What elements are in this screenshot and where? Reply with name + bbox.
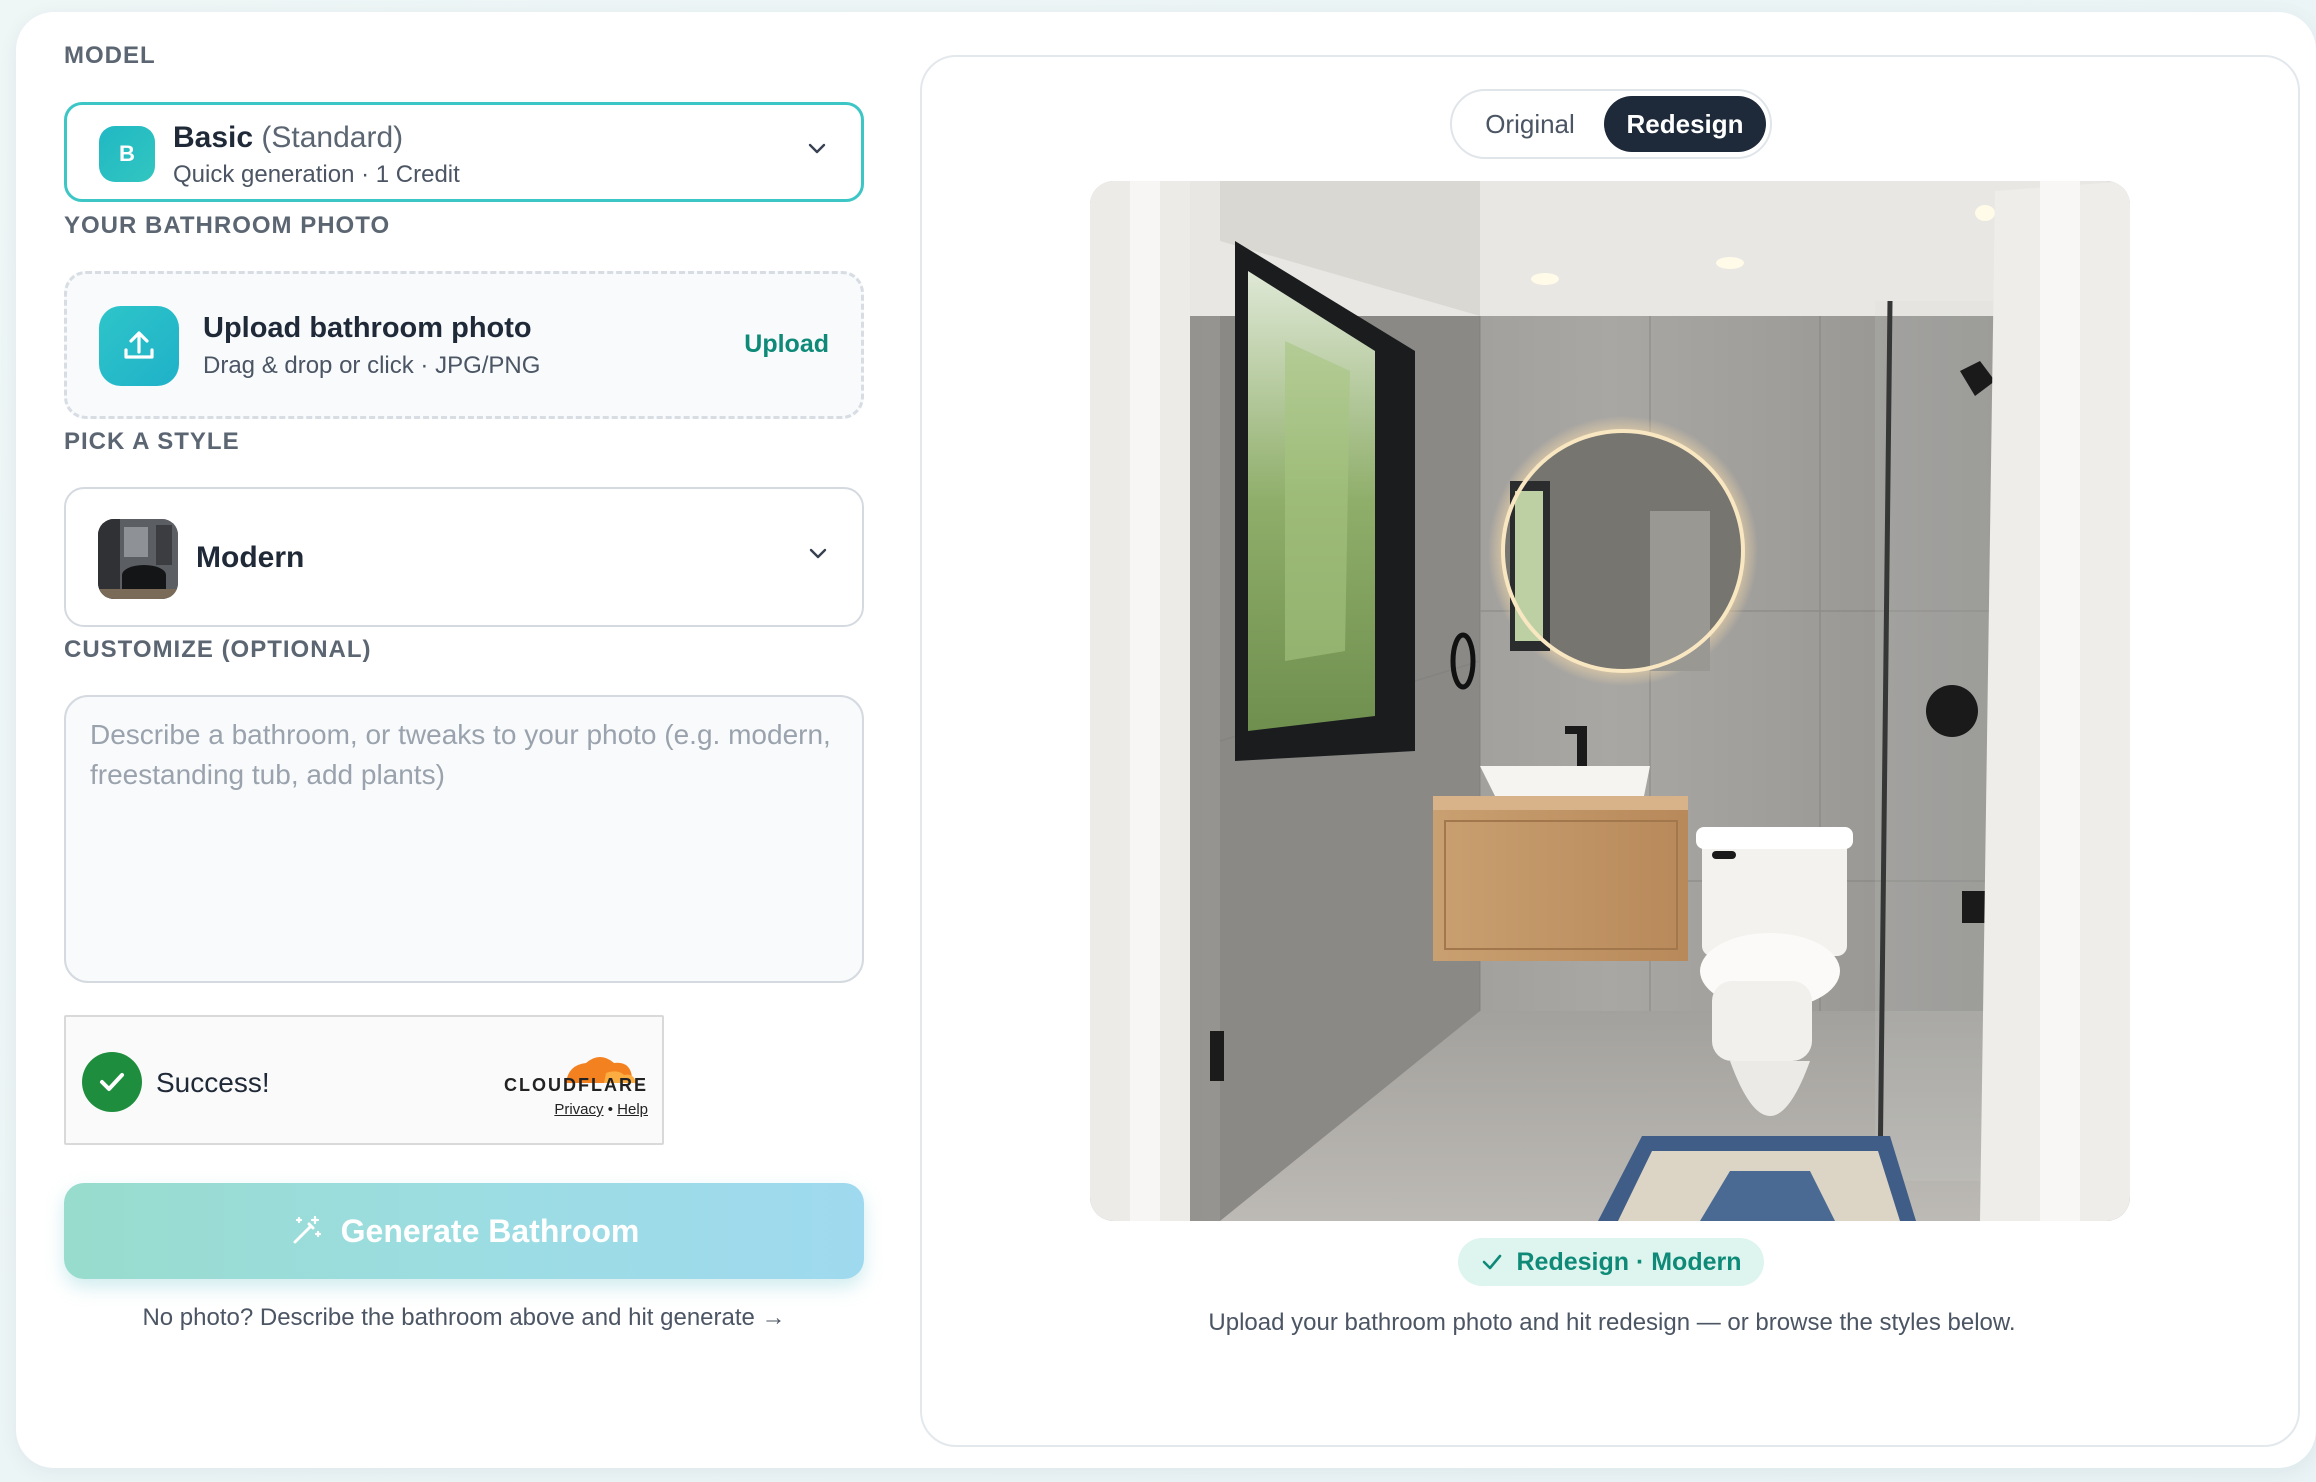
model-section-label: MODEL <box>64 42 156 69</box>
preview-panel: Original Redesign Redesign · Modern Uplo… <box>920 55 2300 1447</box>
upload-button[interactable]: Upload <box>744 330 829 359</box>
model-tier: (Standard) <box>261 121 404 154</box>
style-select[interactable]: Modern <box>64 487 864 627</box>
captcha-widget[interactable]: Success! CLOUDFLARE Privacy • Help <box>64 1015 664 1145</box>
link-separator: • <box>607 1101 613 1118</box>
captcha-status: Success! <box>156 1067 270 1098</box>
model-description: Quick generation · 1 Credit <box>173 161 460 188</box>
upload-icon <box>99 306 179 386</box>
chevron-down-icon <box>809 548 827 559</box>
tab-redesign[interactable]: Redesign <box>1604 96 1766 152</box>
model-title: Basic (Standard) <box>173 121 403 155</box>
redesign-badge: Redesign · Modern <box>1458 1238 1764 1286</box>
view-toggle: Original Redesign <box>1450 89 1772 159</box>
generate-button-label: Generate Bathroom <box>340 1212 640 1249</box>
upload-title: Upload bathroom photo <box>203 312 532 344</box>
tab-original[interactable]: Original <box>1460 96 1600 152</box>
preview-caption: Upload your bathroom photo and hit redes… <box>1208 1309 2016 1336</box>
cloudflare-brand: CLOUDFLARE <box>504 1075 648 1095</box>
bathroom-preview-image <box>1090 181 2130 1221</box>
model-select[interactable]: B Basic (Standard) Quick generation · 1 … <box>64 102 864 202</box>
help-link[interactable]: Help <box>617 1101 648 1118</box>
photo-section-label: YOUR BATHROOM PHOTO <box>64 212 391 239</box>
style-section-label: PICK A STYLE <box>64 428 240 455</box>
model-name: Basic <box>173 121 254 154</box>
style-selected-label: Modern <box>196 541 305 574</box>
check-icon <box>1483 1254 1502 1270</box>
customize-section-label: CUSTOMIZE (OPTIONAL) <box>64 636 372 663</box>
customize-textarea[interactable] <box>64 695 864 983</box>
model-avatar: B <box>99 126 155 182</box>
captcha-links: Privacy • Help <box>554 1101 648 1118</box>
chevron-down-icon <box>808 143 826 154</box>
upload-subtitle: Drag & drop or click · JPG/PNG <box>203 352 541 379</box>
photo-upload-dropzone[interactable]: Upload bathroom photo Drag & drop or cli… <box>64 271 864 419</box>
privacy-link[interactable]: Privacy <box>554 1101 603 1118</box>
style-thumbnail <box>98 519 178 599</box>
generate-button[interactable]: Generate Bathroom <box>64 1183 864 1279</box>
main-card: MODEL B Basic (Standard) Quick generatio… <box>16 12 2316 1468</box>
redesign-badge-label: Redesign · Modern <box>1516 1247 1742 1276</box>
magic-wand-icon <box>293 1215 321 1244</box>
generate-hint: No photo? Describe the bathroom above an… <box>142 1304 786 1331</box>
check-icon <box>82 1052 142 1112</box>
